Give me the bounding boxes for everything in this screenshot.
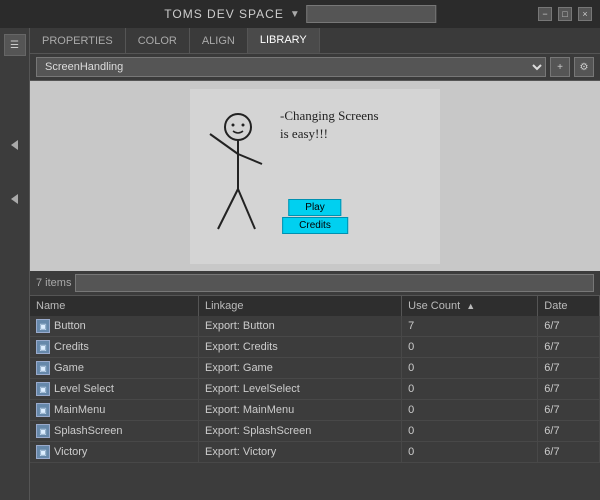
cell-linkage: Export: Button <box>198 316 401 337</box>
table-header-row: Name Linkage Use Count ▲ Date <box>30 296 600 316</box>
item-icon: ▣ <box>36 424 50 438</box>
cell-name: ▣ MainMenu <box>30 400 198 421</box>
tabs-bar: PROPERTIES COLOR ALIGN LIBRARY <box>30 28 600 54</box>
library-settings-btn[interactable]: ⚙ <box>574 57 594 77</box>
window-controls: − □ × <box>538 7 592 21</box>
table-row[interactable]: ▣ Level Select Export: LevelSelect 0 6/7 <box>30 379 600 400</box>
item-icon: ▣ <box>36 361 50 375</box>
cell-date: 6/7 <box>538 400 600 421</box>
dropdown-arrow-icon[interactable]: ▼ <box>290 9 300 20</box>
left-arrow-button[interactable] <box>11 140 18 150</box>
stick-figure <box>200 109 280 264</box>
preview-play-button[interactable]: Play <box>288 199 341 216</box>
tab-properties[interactable]: PROPERTIES <box>30 28 126 53</box>
table-row[interactable]: ▣ SplashScreen Export: SplashScreen 0 6/… <box>30 421 600 442</box>
col-use-count[interactable]: Use Count ▲ <box>402 296 538 316</box>
preview-credits-button[interactable]: Credits <box>282 217 348 234</box>
cell-date: 6/7 <box>538 358 600 379</box>
cell-linkage: Export: Game <box>198 358 401 379</box>
cell-name: ▣ Game <box>30 358 198 379</box>
left-panel-menu-icon[interactable]: ☰ <box>4 34 26 56</box>
item-name-label: Game <box>54 362 84 374</box>
library-select[interactable]: ScreenHandling <box>36 57 546 77</box>
title-search-input[interactable] <box>306 5 436 23</box>
cell-linkage: Export: Victory <box>198 442 401 463</box>
item-icon: ▣ <box>36 340 50 354</box>
tab-library[interactable]: LIBRARY <box>248 28 320 53</box>
library-bottom: 7 items Name Linkage <box>30 271 600 500</box>
item-icon: ▣ <box>36 403 50 417</box>
library-add-btn[interactable]: + <box>550 57 570 77</box>
cell-name: ▣ SplashScreen <box>30 421 198 442</box>
col-name[interactable]: Name <box>30 296 198 316</box>
item-name-label: Level Select <box>54 383 114 395</box>
minimize-button[interactable]: − <box>538 7 552 21</box>
cell-use-count: 0 <box>402 442 538 463</box>
table-row[interactable]: ▣ Button Export: Button 7 6/7 <box>30 316 600 337</box>
cell-date: 6/7 <box>538 316 600 337</box>
close-button[interactable]: × <box>578 7 592 21</box>
item-icon: ▣ <box>36 445 50 459</box>
library-search-input[interactable] <box>75 274 594 292</box>
item-icon: ▣ <box>36 319 50 333</box>
cell-linkage: Export: Credits <box>198 337 401 358</box>
cell-use-count: 0 <box>402 379 538 400</box>
table-row[interactable]: ▣ Credits Export: Credits 0 6/7 <box>30 337 600 358</box>
cell-linkage: Export: LevelSelect <box>198 379 401 400</box>
title-bar-center: TOMS DEV SPACE ▼ <box>164 5 436 23</box>
cell-name: ▣ Credits <box>30 337 198 358</box>
cell-name: ▣ Button <box>30 316 198 337</box>
library-table: Name Linkage Use Count ▲ Date <box>30 296 600 500</box>
content-area: PROPERTIES COLOR ALIGN LIBRARY ScreenHan… <box>30 28 600 500</box>
tab-align[interactable]: ALIGN <box>190 28 248 53</box>
left-panel: ☰ <box>0 28 30 500</box>
table-row[interactable]: ▣ MainMenu Export: MainMenu 0 6/7 <box>30 400 600 421</box>
item-icon: ▣ <box>36 382 50 396</box>
item-name-label: SplashScreen <box>54 425 123 437</box>
cell-use-count: 0 <box>402 337 538 358</box>
cell-use-count: 7 <box>402 316 538 337</box>
table-row[interactable]: ▣ Victory Export: Victory 0 6/7 <box>30 442 600 463</box>
library-footer: 7 items <box>30 271 600 296</box>
cell-date: 6/7 <box>538 379 600 400</box>
cell-date: 6/7 <box>538 337 600 358</box>
preview-canvas: -Changing Screens is easy!!! Play Credit… <box>190 89 440 264</box>
cell-use-count: 0 <box>402 400 538 421</box>
cell-use-count: 0 <box>402 421 538 442</box>
item-name-label: Victory <box>54 446 87 458</box>
left-arrow-button-2[interactable] <box>11 194 18 204</box>
cell-name: ▣ Level Select <box>30 379 198 400</box>
item-name-label: Button <box>54 320 86 332</box>
title-bar: TOMS DEV SPACE ▼ − □ × <box>0 0 600 28</box>
col-date[interactable]: Date <box>538 296 600 316</box>
cell-linkage: Export: SplashScreen <box>198 421 401 442</box>
main-container: ☰ PROPERTIES COLOR ALIGN LIBRARY ScreenH <box>0 28 600 500</box>
library-toolbar: ScreenHandling + ⚙ <box>30 54 600 81</box>
restore-button[interactable]: □ <box>558 7 572 21</box>
tab-color[interactable]: COLOR <box>126 28 190 53</box>
item-count: 7 items <box>36 277 71 289</box>
app-title: TOMS DEV SPACE <box>164 7 284 21</box>
sketch-text: -Changing Screens is easy!!! <box>280 107 379 143</box>
cell-date: 6/7 <box>538 442 600 463</box>
col-linkage[interactable]: Linkage <box>198 296 401 316</box>
sort-arrow-icon: ▲ <box>466 301 475 311</box>
cell-name: ▣ Victory <box>30 442 198 463</box>
item-name-label: Credits <box>54 341 89 353</box>
cell-use-count: 0 <box>402 358 538 379</box>
cell-date: 6/7 <box>538 421 600 442</box>
table-row[interactable]: ▣ Game Export: Game 0 6/7 <box>30 358 600 379</box>
preview-area: -Changing Screens is easy!!! Play Credit… <box>30 81 600 271</box>
cell-linkage: Export: MainMenu <box>198 400 401 421</box>
item-name-label: MainMenu <box>54 404 105 416</box>
